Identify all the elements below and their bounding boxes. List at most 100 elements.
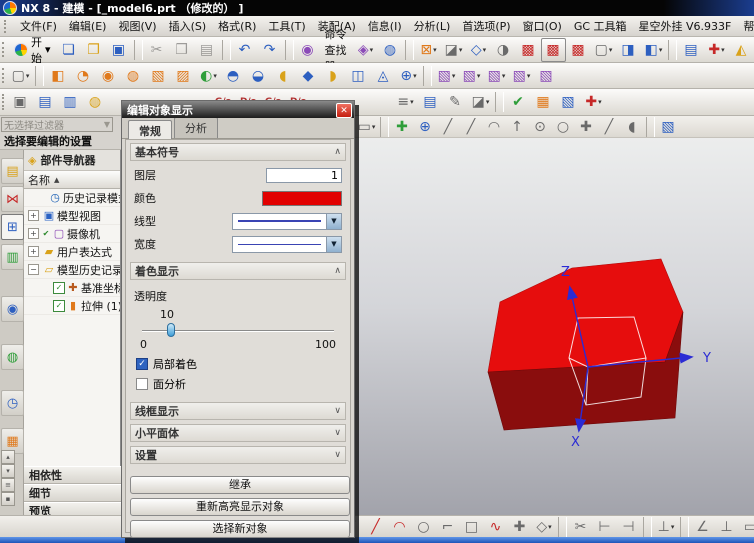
- separator[interactable]: [558, 517, 567, 537]
- layer-category-icon[interactable]: ▥: [58, 90, 83, 114]
- empty-window-icon[interactable]: ▢▾: [591, 38, 616, 62]
- blend-icon[interactable]: ◖: [271, 64, 296, 88]
- spotlight-icon[interactable]: ◭: [729, 38, 754, 62]
- constraint-icon[interactable]: ⊥▾: [654, 516, 678, 537]
- frame-select-icon[interactable]: ▣: [8, 90, 33, 114]
- selection-filter-dropdown[interactable]: 无选择过滤器 ▼: [1, 117, 113, 132]
- info-window-icon[interactable]: ◍: [378, 38, 403, 62]
- chevron-down-icon[interactable]: ▼: [326, 237, 341, 252]
- mold-tool-icon-3[interactable]: ▧▾: [484, 64, 509, 88]
- menu-item[interactable]: 信息(I): [362, 16, 408, 36]
- erase-icon[interactable]: ◪▾: [468, 90, 493, 114]
- isometric-view-icon[interactable]: ◇▾: [466, 38, 491, 62]
- mold-tool-icon-1[interactable]: ▧▾: [434, 64, 459, 88]
- face-analysis-checkbox[interactable]: [136, 378, 148, 390]
- dependencies-panel[interactable]: 相依性: [24, 466, 121, 484]
- point-icon[interactable]: ✚: [508, 516, 532, 537]
- csys-axes-icon[interactable]: ✚▾: [581, 90, 606, 114]
- snap-vertex-icon[interactable]: ↑: [506, 116, 529, 137]
- new-window-icon[interactable]: ◧▾: [641, 38, 666, 62]
- part-list-icon[interactable]: ▤: [418, 90, 443, 114]
- new-file-icon[interactable]: ❏: [57, 38, 82, 62]
- section-basic-symbol[interactable]: 基本符号 ∧: [130, 143, 346, 161]
- tree-expander-icon[interactable]: [36, 193, 45, 202]
- angle-dim-icon[interactable]: ∠: [691, 516, 715, 537]
- comment-icon[interactable]: ◍: [83, 90, 108, 114]
- palette-grid-icon[interactable]: ▦: [531, 90, 556, 114]
- inherit-button[interactable]: 继承: [130, 476, 350, 494]
- shell-icon[interactable]: ◗: [321, 64, 346, 88]
- tree-item[interactable]: 历史记录模式: [24, 189, 120, 207]
- edit-pen-icon[interactable]: ✎: [443, 90, 468, 114]
- mold-tool-icon-2[interactable]: ▧▾: [459, 64, 484, 88]
- edit-feature-icon[interactable]: ⊕▾: [396, 64, 421, 88]
- extrude-icon[interactable]: ◧: [46, 64, 71, 88]
- paste-icon[interactable]: ▤: [195, 38, 220, 62]
- tree-check-icon[interactable]: [53, 300, 65, 312]
- tree-expander-icon[interactable]: +: [28, 246, 39, 257]
- finish-check-icon[interactable]: ✔: [506, 90, 531, 114]
- tree-expander-icon[interactable]: [42, 301, 51, 310]
- menu-item[interactable]: 格式(R): [212, 16, 262, 36]
- rectangle-icon[interactable]: □: [460, 516, 484, 537]
- menu-item[interactable]: 窗口(O): [517, 16, 568, 36]
- rehighlight-button[interactable]: 重新高亮显示对象: [130, 498, 350, 516]
- help-search-icon[interactable]: ◈▾: [353, 38, 378, 62]
- pocket-icon[interactable]: ▧: [146, 64, 171, 88]
- subtract-icon[interactable]: ◒: [246, 64, 271, 88]
- hd3d-tools-icon[interactable]: ◉146: [1, 296, 24, 322]
- layer-visible-icon[interactable]: ▤: [33, 90, 58, 114]
- separator[interactable]: [285, 40, 294, 60]
- redo-icon[interactable]: ↷: [258, 38, 283, 62]
- unite-icon[interactable]: ◓: [221, 64, 246, 88]
- separator[interactable]: [35, 66, 44, 86]
- linetype-dropdown[interactable]: ▼: [232, 213, 342, 230]
- web-browser-icon[interactable]: ◍194: [1, 344, 24, 370]
- view-list-icon[interactable]: ≡▾: [393, 90, 418, 114]
- tree-expander-icon[interactable]: +: [28, 228, 39, 239]
- snap-all-icon[interactable]: ✚: [391, 116, 414, 137]
- line-icon[interactable]: ╱: [364, 516, 388, 537]
- name-column-header[interactable]: 名称 ▲: [24, 170, 120, 189]
- constraint-navigator-icon[interactable]: ⋈36: [1, 186, 24, 212]
- command-finder-icon[interactable]: ◉: [296, 38, 321, 62]
- part-navigator-icon[interactable]: ⊞64: [1, 214, 24, 240]
- offset-curve-icon[interactable]: ◇▾: [532, 516, 556, 537]
- snap-endpoint-icon[interactable]: ╱: [460, 116, 483, 137]
- separator[interactable]: [646, 117, 655, 137]
- separator[interactable]: [405, 40, 414, 60]
- close-icon[interactable]: ✕: [336, 103, 352, 118]
- menu-item[interactable]: 分析(L): [408, 16, 457, 36]
- chamfer-icon[interactable]: ◆: [296, 64, 321, 88]
- reuse-library-icon[interactable]: ▥94: [1, 244, 24, 270]
- layer-input[interactable]: [266, 168, 342, 183]
- solid-cube-icon[interactable]: ▧: [657, 116, 680, 137]
- datum-plane-icon[interactable]: ◐▾: [196, 64, 221, 88]
- fit-view-icon[interactable]: ⊠▾: [416, 38, 441, 62]
- tree-expander-icon[interactable]: [42, 283, 51, 292]
- arc-icon[interactable]: ◠: [388, 516, 412, 537]
- menu-item[interactable]: 工具(T): [262, 16, 311, 36]
- separator[interactable]: [222, 40, 231, 60]
- menu-item[interactable]: 首选项(P): [456, 16, 516, 36]
- circle-icon[interactable]: ○: [412, 516, 436, 537]
- layer-settings-icon[interactable]: ▤: [679, 38, 704, 62]
- transparency-slider[interactable]: [142, 323, 334, 337]
- tree-expander-icon[interactable]: +: [28, 210, 39, 221]
- csys-display-icon[interactable]: ✚▾: [704, 38, 729, 62]
- tree-item[interactable]: + 用户表达式: [24, 243, 120, 261]
- width-dropdown[interactable]: ▼: [232, 236, 342, 253]
- tree-item[interactable]: − 模型历史记录: [24, 261, 120, 279]
- clip-section-icon[interactable]: ◨: [616, 38, 641, 62]
- tree-item[interactable]: 基准坐标: [24, 279, 120, 297]
- boss-icon[interactable]: ◍: [121, 64, 146, 88]
- snap-point-icon[interactable]: ✚: [575, 116, 598, 137]
- wireframe-cube-icon[interactable]: ▩: [566, 38, 591, 62]
- tree-check-icon[interactable]: [53, 282, 65, 294]
- spline-icon[interactable]: ∿: [484, 516, 508, 537]
- mold-tool-icon-4[interactable]: ▧▾: [509, 64, 534, 88]
- clipboard-grid-icon[interactable]: ▧: [556, 90, 581, 114]
- snap-midpoint-icon[interactable]: ╱: [598, 116, 621, 137]
- slider-thumb[interactable]: [167, 323, 175, 337]
- trim-body-icon[interactable]: ◬: [371, 64, 396, 88]
